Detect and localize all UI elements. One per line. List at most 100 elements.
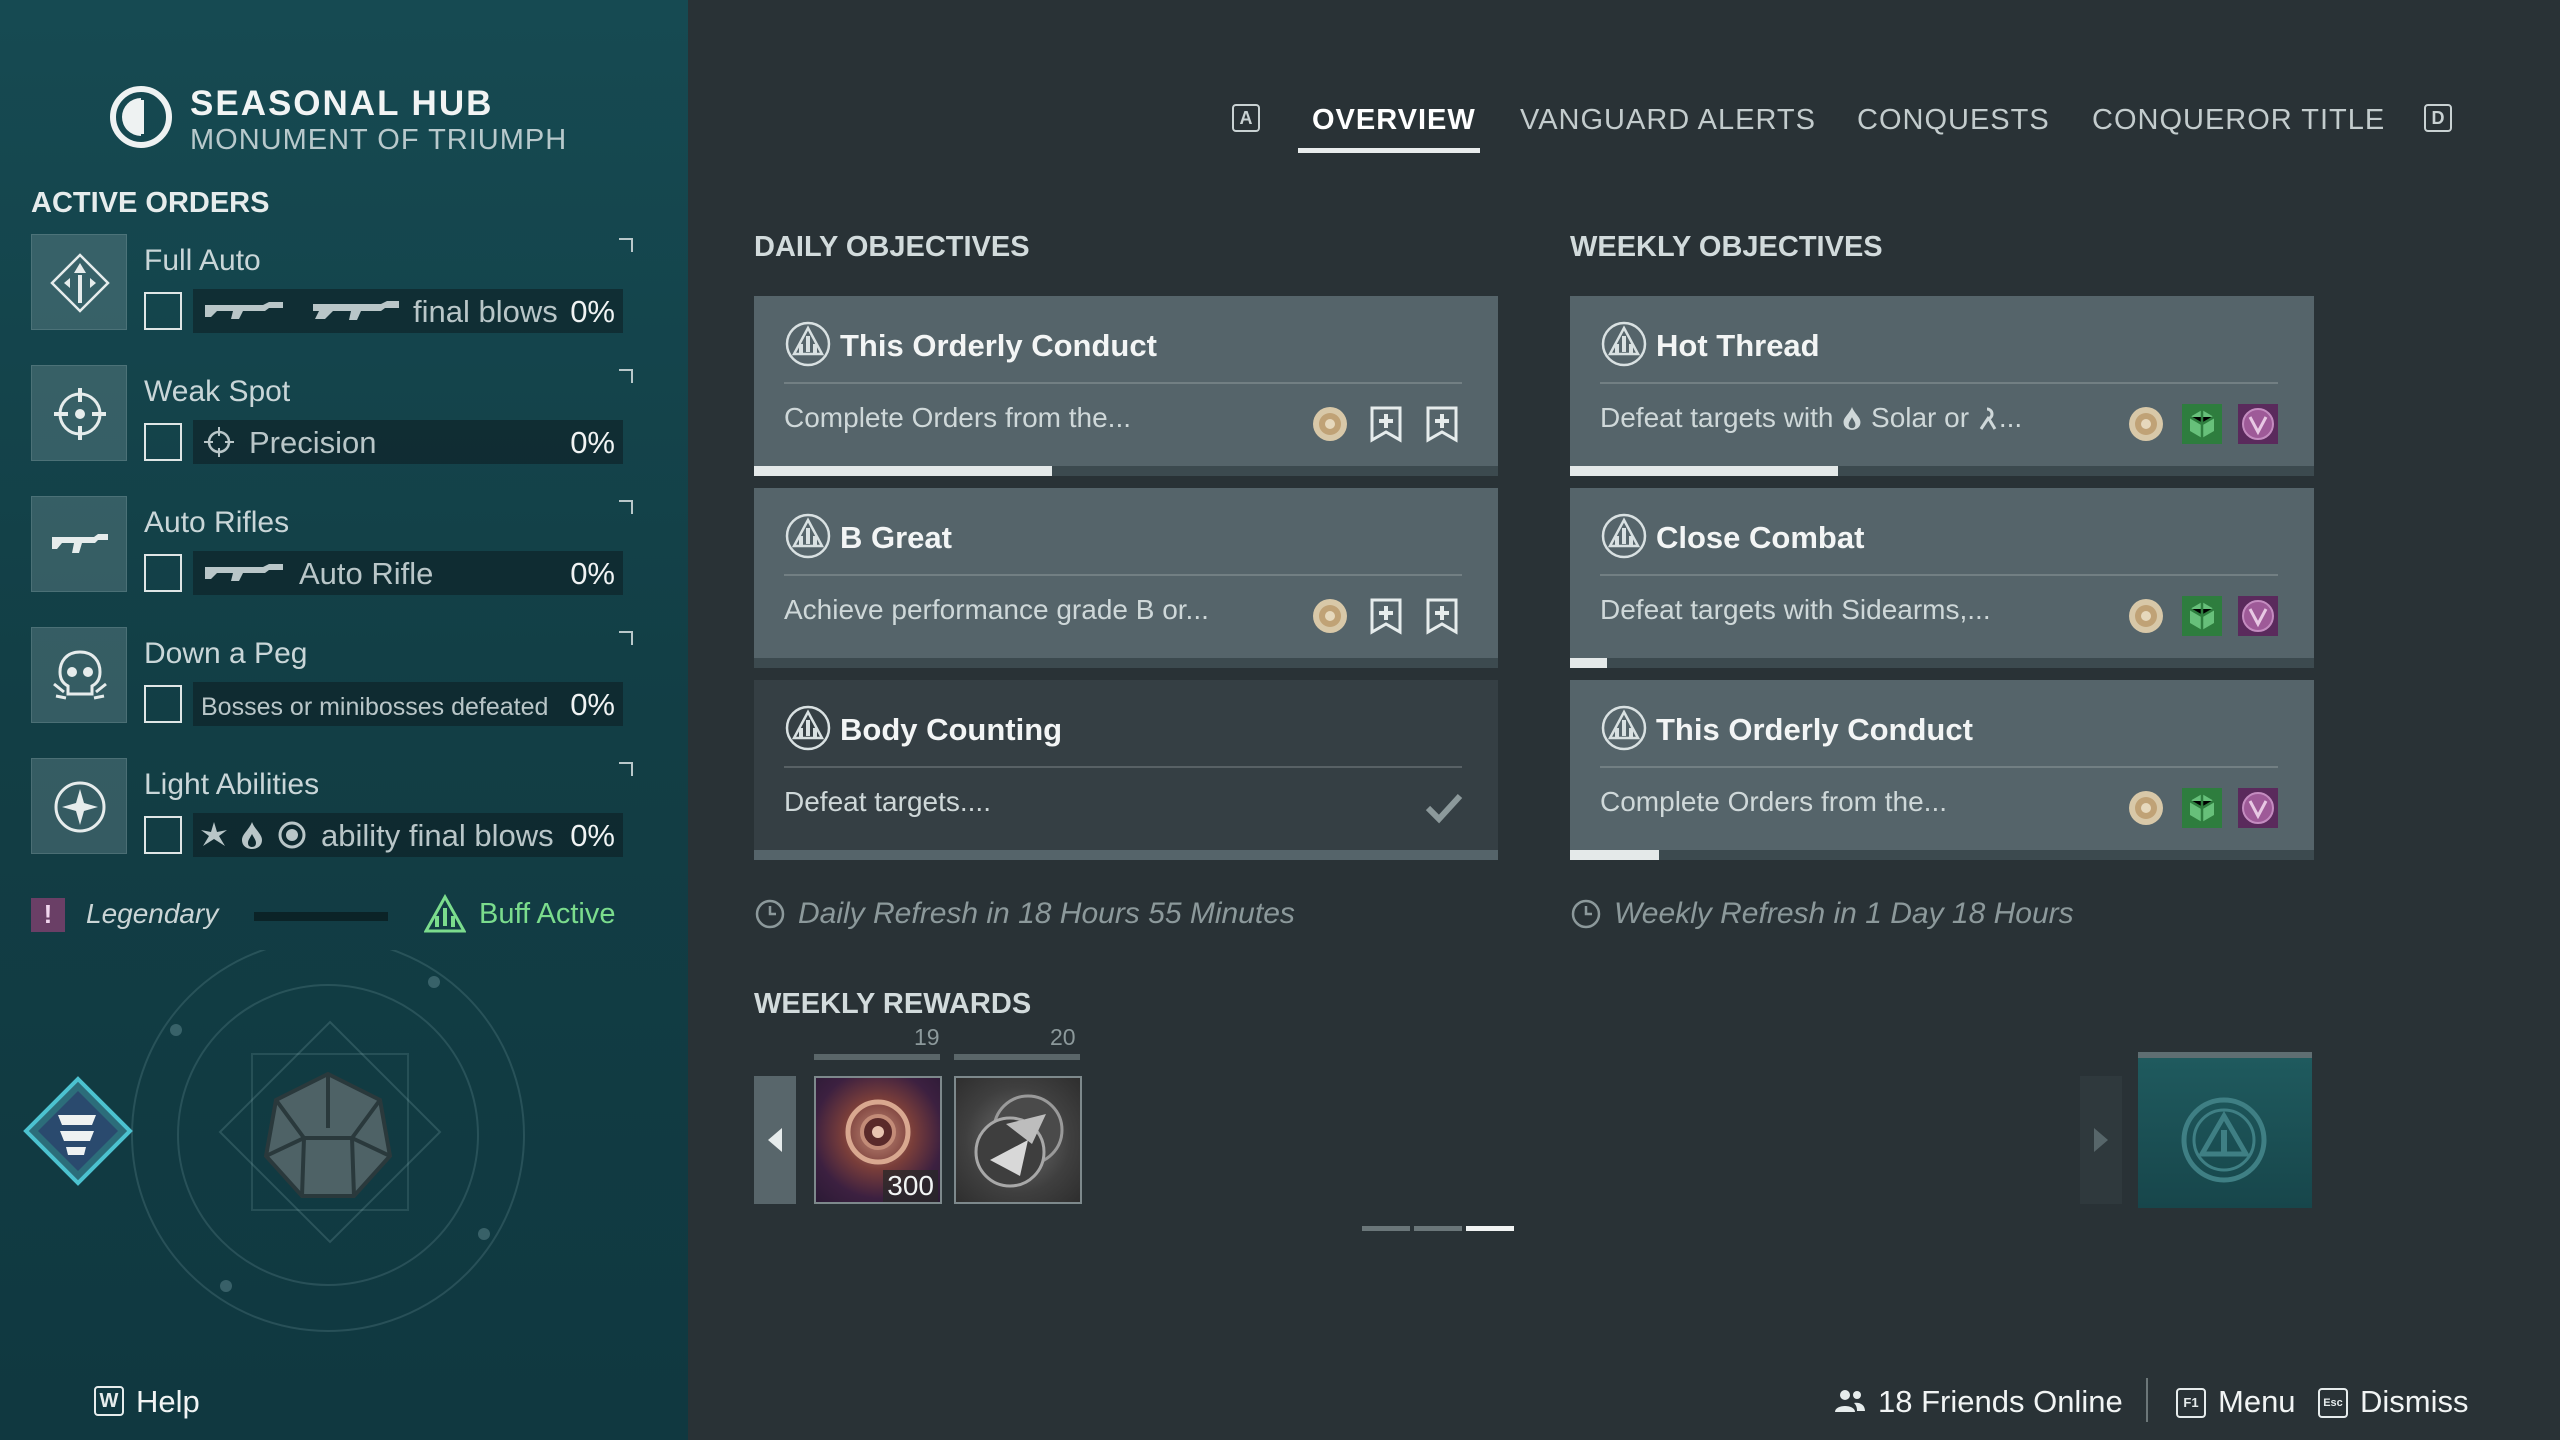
void-icon [278, 821, 306, 849]
order-name: Weak Spot [144, 375, 291, 408]
bookmark-reward-icon [1422, 404, 1462, 444]
active-tab-indicator [1298, 148, 1480, 153]
token-reward-icon [2238, 596, 2278, 636]
objective-title: B Great [840, 520, 952, 555]
skull-icon [53, 650, 107, 700]
objective-title: Close Combat [1656, 520, 1865, 555]
order-auto-rifles[interactable]: Auto Rifles Auto Rifle 0% [31, 496, 633, 596]
order-objective: final blows [413, 294, 558, 329]
xp-reward-icon [2126, 596, 2166, 636]
strand-icon [1979, 407, 1997, 430]
engram-reward-icon [2182, 788, 2222, 828]
active-orders-heading: ACTIVE ORDERS [31, 187, 270, 219]
chevron-left-icon [768, 1128, 782, 1152]
dismiss-button[interactable]: Dismiss [2360, 1384, 2469, 1420]
reward-rank: 20 [1050, 1024, 1076, 1050]
seasonal-rank-tile[interactable] [2138, 1052, 2312, 1208]
legendary-label: Legendary [86, 898, 219, 929]
daily-refresh-timer: Daily Refresh in 18 Hours 55 Minutes [798, 897, 1295, 930]
weekly-refresh-timer: Weekly Refresh in 1 Day 18 Hours [1614, 897, 2074, 930]
diamond-arrows-icon [50, 253, 110, 313]
divider [784, 766, 1462, 768]
clock-icon [1571, 899, 1601, 929]
weak-spot-order-icon [31, 365, 127, 461]
weekly-objective-card-hot-thread[interactable]: Hot Thread Defeat targets with Solar or … [1570, 296, 2314, 476]
tab-next-key-icon[interactable]: D [2424, 104, 2452, 132]
order-checkbox[interactable] [144, 423, 182, 461]
divider [1600, 766, 2278, 768]
weekly-objectives-heading: WEEKLY OBJECTIVES [1570, 231, 1883, 263]
order-weak-spot[interactable]: Weak Spot Precision 0% [31, 365, 633, 465]
order-light-abilities[interactable]: Light Abilities ability final blows 0% [31, 758, 633, 858]
tab-conquests[interactable]: CONQUESTS [1857, 104, 2050, 137]
auto-rifle-icon [205, 564, 283, 581]
order-checkbox[interactable] [144, 685, 182, 723]
objective-title: Body Counting [840, 712, 1063, 747]
vanguard-icon [1600, 320, 1648, 368]
reward-quantity: 300 [883, 1170, 938, 1202]
order-progress-bar: ability final blows 0% [193, 813, 623, 857]
objective-progress-fill [754, 466, 1052, 476]
order-full-auto[interactable]: Full Auto final blows 0% [31, 234, 633, 334]
order-name: Light Abilities [144, 768, 320, 801]
objective-progress-track [754, 850, 1498, 860]
friends-icon [1835, 1390, 1865, 1412]
page-subtitle: MONUMENT OF TRIUMPH [190, 124, 568, 156]
order-checkbox[interactable] [144, 554, 182, 592]
tab-overview[interactable]: OVERVIEW [1312, 104, 1476, 137]
daily-objective-card-b-great[interactable]: B Great Achieve performance grade B or..… [754, 488, 1498, 668]
down-a-peg-order-icon [31, 627, 127, 723]
order-checkbox[interactable] [144, 816, 182, 854]
daily-objective-card-this-orderly-conduct[interactable]: This Orderly Conduct Complete Orders fro… [754, 296, 1498, 476]
objective-description: Defeat targets with Solar or ... [1600, 402, 2023, 433]
solar-icon [1843, 407, 1861, 430]
order-name: Down a Peg [144, 637, 308, 670]
daily-objective-card-body-counting[interactable]: Body Counting Defeat targets.... [754, 680, 1498, 860]
vanguard-token-icon [974, 1094, 1064, 1188]
rewards-prev-button[interactable] [754, 1076, 796, 1204]
order-progress: 0% [570, 687, 615, 722]
order-down-a-peg[interactable]: Down a Peg Bosses or minibosses defeated… [31, 627, 633, 727]
page-title: SEASONAL HUB [190, 84, 494, 123]
menu-button[interactable]: Menu [2218, 1384, 2296, 1420]
tab-vanguard-alerts[interactable]: VANGUARD ALERTS [1520, 104, 1816, 137]
page-indicator-dot-active[interactable] [1466, 1226, 1514, 1231]
xp-reward-icon [1310, 596, 1350, 636]
esc-key-icon: Esc [2318, 1388, 2348, 1418]
objective-title: Hot Thread [1656, 328, 1820, 363]
tab-conqueror-title[interactable]: CONQUEROR TITLE [2092, 104, 2385, 137]
menu-key-icon: F1 [2176, 1388, 2206, 1418]
page-indicator-dot[interactable] [1414, 1226, 1462, 1231]
order-progress-bar: final blows 0% [193, 289, 623, 333]
expand-corner-icon [619, 238, 633, 252]
reward-tile[interactable] [954, 1076, 1082, 1204]
chevron-right-icon [2094, 1128, 2108, 1152]
bookmark-reward-icon [1366, 596, 1406, 636]
expand-corner-icon [619, 762, 633, 776]
buff-icon [424, 894, 466, 933]
divider [1600, 382, 2278, 384]
crosshair-icon [54, 388, 106, 440]
reward-tile[interactable]: 300 [814, 1076, 942, 1204]
daily-objectives-heading: DAILY OBJECTIVES [754, 231, 1030, 263]
tab-prev-key-icon[interactable]: A [1232, 104, 1260, 132]
order-checkbox[interactable] [144, 292, 182, 330]
token-reward-icon [2238, 788, 2278, 828]
help-button[interactable]: Help [136, 1384, 200, 1420]
arc-icon [201, 822, 227, 846]
weekly-objective-card-close-combat[interactable]: Close Combat Defeat targets with Sidearm… [1570, 488, 2314, 668]
weekly-objective-card-this-orderly-conduct[interactable]: This Orderly Conduct Complete Orders fro… [1570, 680, 2314, 860]
friends-online-button[interactable]: 18 Friends Online [1878, 1384, 2123, 1420]
full-auto-order-icon [31, 234, 127, 330]
objective-progress-fill [1570, 658, 1608, 668]
season-emblem-icon[interactable] [22, 1075, 134, 1187]
order-name: Auto Rifles [144, 506, 290, 539]
light-star-icon [54, 781, 106, 833]
order-progress: 0% [570, 294, 615, 329]
order-progress: 0% [570, 425, 615, 460]
order-objective: Auto Rifle [299, 556, 434, 591]
buff-active-label: Buff Active [479, 898, 616, 930]
rewards-next-button[interactable] [2080, 1076, 2122, 1204]
ghost-shell-icon[interactable] [128, 950, 548, 1370]
page-indicator-dot[interactable] [1362, 1226, 1410, 1231]
